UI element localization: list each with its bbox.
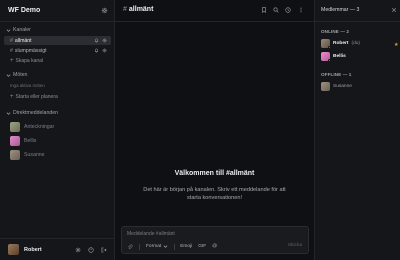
create-channel-label: Skapa kanal	[15, 58, 44, 64]
gear-icon[interactable]	[75, 247, 81, 253]
avatar	[321, 39, 331, 49]
chevron-down-icon	[6, 28, 11, 32]
channels-heading: Kanaler	[13, 27, 31, 33]
dm-label: Bellis	[24, 137, 37, 144]
create-channel-button[interactable]: + Skapa kanal	[10, 57, 43, 65]
avatar	[321, 82, 330, 91]
channel-item-allmant[interactable]: # allmänt	[4, 36, 111, 45]
hash-icon: #	[10, 47, 13, 54]
message-composer: Format Emoji GIF @ Skicka	[121, 226, 309, 254]
hash-icon: #	[123, 6, 127, 13]
composer-toolbar: Format Emoji GIF @	[127, 242, 217, 251]
workspace-name: WF Demo	[8, 7, 41, 14]
avatar	[10, 135, 20, 146]
members-header: Medlemmar — 3	[315, 0, 400, 22]
avatar	[321, 52, 331, 62]
workspace-header: WF Demo	[0, 0, 114, 22]
plus-icon: +	[10, 94, 14, 100]
channel-label: slumpmässigt	[14, 47, 47, 54]
dm-label: Anteckningar	[24, 123, 55, 130]
more-vertical-icon[interactable]	[298, 7, 304, 13]
channel-item-slumpmassigt[interactable]: # slumpmässigt	[4, 46, 111, 55]
toolbar-divider	[139, 243, 140, 250]
gear-icon[interactable]	[102, 38, 107, 43]
member-item-bellis[interactable]: Bellis	[321, 51, 346, 62]
channels-section-header[interactable]: Kanaler	[6, 26, 31, 34]
avatar	[10, 121, 20, 132]
member-item-susanne[interactable]: Susanne	[321, 81, 352, 92]
bell-icon[interactable]	[94, 38, 99, 43]
palette-icon[interactable]	[88, 247, 94, 253]
format-button[interactable]: Format	[146, 244, 168, 249]
online-status-dot	[327, 58, 331, 62]
avatar	[10, 149, 20, 160]
channel-title: # allmänt	[123, 6, 153, 13]
message-input[interactable]	[127, 230, 305, 238]
search-icon[interactable]	[273, 7, 279, 13]
dm-section-header[interactable]: Direktmeddelanden	[6, 109, 58, 117]
channel-label: allmänt	[14, 37, 32, 44]
dm-heading: Direktmeddelanden	[13, 110, 58, 116]
member-name: Bellis	[333, 54, 346, 59]
dm-item-susanne[interactable]: Susanne	[10, 149, 44, 160]
meetings-heading: Möten	[13, 72, 28, 78]
channel-title-text: allmänt	[128, 6, 154, 13]
star-icon: ★	[394, 42, 399, 48]
online-status-dot	[327, 45, 331, 49]
paperclip-icon[interactable]	[127, 243, 133, 250]
user-name: Robert	[24, 247, 42, 253]
dm-item-bellis[interactable]: Bellis	[10, 135, 36, 146]
toolbar-divider	[174, 243, 176, 250]
members-title: Medlemmar — 3	[321, 7, 360, 13]
dm-label: Susanne	[24, 151, 45, 158]
welcome-title: Välkommen till #allmänt	[174, 170, 255, 177]
meetings-empty-text: Inga aktiva möten	[10, 83, 45, 88]
member-self-suffix: (du)	[351, 41, 360, 46]
chevron-down-icon	[6, 73, 11, 77]
member-name: Robert	[333, 41, 349, 46]
bell-icon[interactable]	[94, 48, 99, 53]
close-icon[interactable]	[391, 7, 397, 13]
offline-group-heading: OFFLINE — 1	[321, 72, 352, 77]
member-item-robert[interactable]: Robert (du)	[321, 38, 360, 49]
gear-icon[interactable]	[101, 7, 108, 14]
member-name: Susanne	[333, 84, 352, 89]
user-bar: Robert	[0, 238, 114, 260]
avatar[interactable]	[8, 244, 19, 255]
send-button[interactable]: Skicka	[288, 243, 302, 248]
chevron-down-icon	[163, 245, 168, 248]
meetings-section-header[interactable]: Möten	[6, 71, 27, 79]
hash-icon: #	[10, 37, 13, 44]
mention-button[interactable]: @	[212, 244, 217, 249]
logout-icon[interactable]	[101, 247, 107, 253]
format-label: Format	[146, 244, 162, 249]
clock-icon[interactable]	[285, 7, 291, 13]
start-meeting-button[interactable]: + Starta eller planera	[10, 93, 58, 101]
main-panel: # allmänt Välkommen till #allmänt Det här…	[115, 0, 314, 260]
bookmark-icon[interactable]	[261, 7, 267, 13]
welcome-description: Det här är början på kanalen. Skriv ett …	[143, 187, 286, 201]
sidebar: WF Demo Kanaler # allmänt # slumpmässigt…	[0, 0, 115, 260]
emoji-button[interactable]: Emoji	[180, 244, 192, 249]
members-panel: Medlemmar — 3 ONLINE — 2 Robert (du) ★ B…	[314, 0, 400, 260]
plus-icon: +	[10, 58, 14, 64]
gear-icon[interactable]	[102, 48, 107, 53]
dm-item-anteckningar[interactable]: Anteckningar	[10, 121, 54, 132]
chevron-down-icon	[6, 111, 11, 115]
start-meeting-label: Starta eller planera	[15, 94, 58, 100]
online-group-heading: ONLINE — 2	[321, 29, 350, 34]
gif-button[interactable]: GIF	[198, 244, 206, 249]
channel-header: # allmänt	[115, 0, 314, 22]
